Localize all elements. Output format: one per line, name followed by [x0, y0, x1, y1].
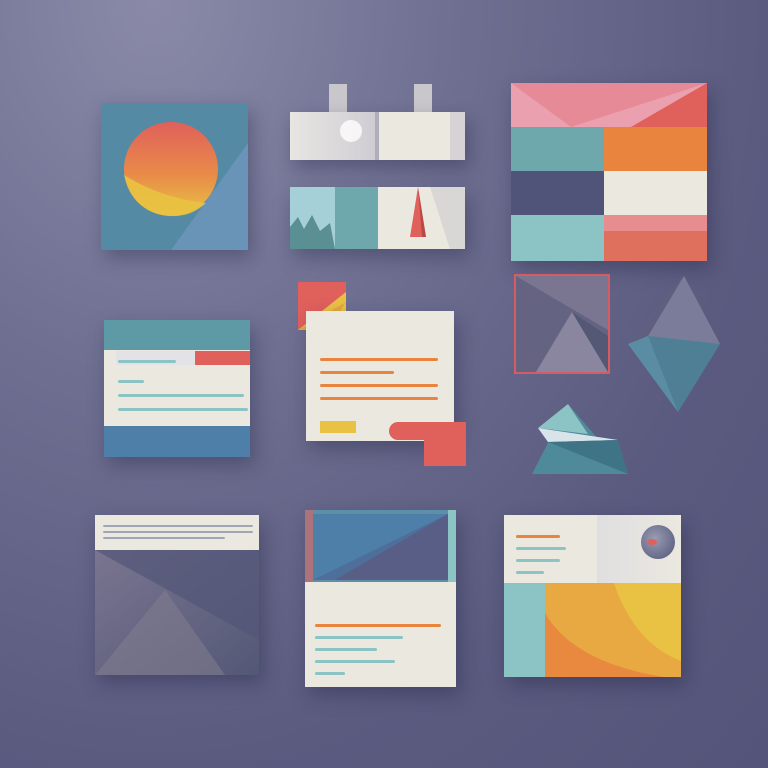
header-bar: [95, 515, 259, 550]
form-card: [104, 320, 250, 457]
corner-tab-icon: [386, 420, 468, 466]
diamond-shape: [628, 276, 720, 412]
form-header: [104, 320, 250, 350]
envelope-icon: [511, 83, 707, 261]
hero-document-card: [305, 510, 456, 687]
landscape-card: [290, 187, 465, 249]
framed-shape-card: [514, 274, 610, 374]
wave-panel: [504, 583, 681, 677]
diamond-icon: [628, 276, 720, 412]
sun-icon: [101, 103, 248, 250]
paper-plane-shape: [528, 400, 630, 474]
gradient-panel: [95, 550, 259, 675]
sun-card: [101, 103, 248, 250]
image-icon: [305, 510, 456, 582]
paper-plane-icon: [532, 404, 628, 474]
toolbar-card: [288, 84, 466, 164]
note-card: [296, 282, 468, 468]
circle-icon: [641, 525, 675, 559]
triangle-icon: [516, 276, 608, 372]
media-card: [504, 515, 681, 677]
form-footer: [104, 426, 250, 457]
header-gradient-card: [95, 515, 259, 675]
toolbar-panel: [290, 112, 465, 160]
mountain-icon: [290, 187, 465, 249]
color-blocks-card: [511, 83, 707, 261]
